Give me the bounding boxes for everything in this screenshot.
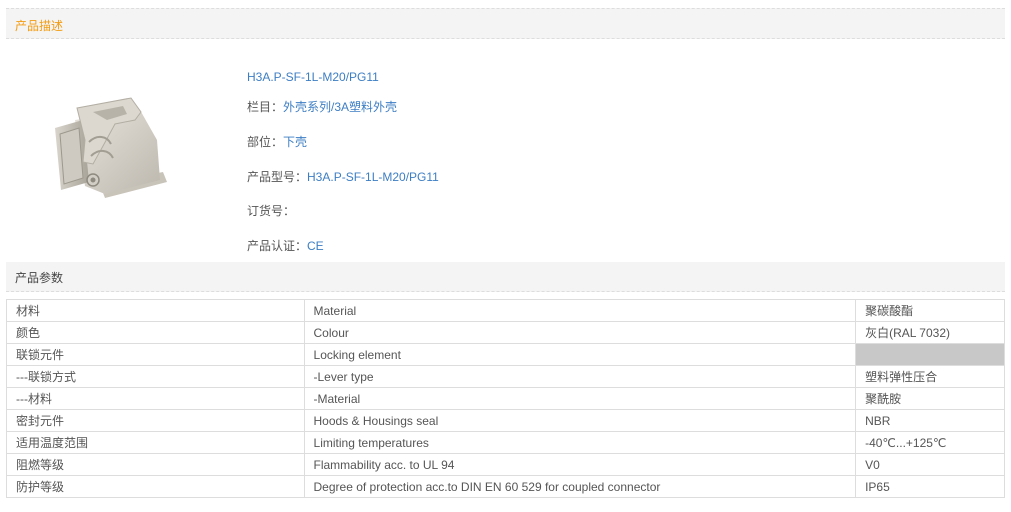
table-row: 材料 Material 聚碳酸酯	[6, 299, 1005, 322]
category-label: 栏目：	[247, 100, 284, 114]
param-value	[855, 343, 1005, 366]
param-en-label: Colour	[303, 321, 857, 344]
param-value: 灰白(RAL 7032)	[855, 321, 1005, 344]
table-row: 密封元件 Hoods & Housings seal NBR	[6, 409, 1005, 432]
param-en-label: Material	[303, 299, 857, 322]
part-row: 部位：下壳	[247, 133, 307, 150]
param-cn-label: 材料	[6, 299, 305, 322]
cert-link[interactable]: CE	[307, 239, 324, 253]
param-value: 聚碳酸酯	[855, 299, 1005, 322]
product-image	[45, 90, 185, 220]
order-row: 订货号：	[247, 202, 295, 219]
model-label: 产品型号：	[247, 170, 308, 184]
param-value: V0	[855, 453, 1005, 476]
param-en-label: -Lever type	[303, 365, 857, 388]
product-description-header: 产品描述	[6, 8, 1005, 39]
model-value: H3A.P-SF-1L-M20/PG11	[307, 170, 439, 184]
product-params-title: 产品参数	[15, 271, 64, 285]
table-row: 联锁元件 Locking element	[6, 343, 1005, 366]
param-en-label: Locking element	[303, 343, 857, 366]
param-en-label: Flammability acc. to UL 94	[303, 453, 857, 476]
table-row: 颜色 Colour 灰白(RAL 7032)	[6, 321, 1005, 344]
param-cn-label: 防护等级	[6, 475, 305, 498]
model-row: 产品型号：H3A.P-SF-1L-M20/PG11	[247, 168, 439, 185]
param-cn-label: 颜色	[6, 321, 305, 344]
params-table: 材料 Material 聚碳酸酯 颜色 Colour 灰白(RAL 7032) …	[6, 299, 1005, 498]
product-name-link[interactable]: H3A.P-SF-1L-M20/PG11	[247, 70, 379, 84]
table-row: ---材料 -Material 聚酰胺	[6, 387, 1005, 410]
param-en-label: Limiting temperatures	[303, 431, 857, 454]
param-en-label: Degree of protection acc.to DIN EN 60 52…	[303, 475, 857, 498]
product-params-header: 产品参数	[6, 262, 1005, 292]
param-cn-label: 密封元件	[6, 409, 305, 432]
param-en-label: Hoods & Housings seal	[303, 409, 857, 432]
param-value: -40℃...+125℃	[855, 431, 1005, 454]
product-description-title: 产品描述	[15, 19, 64, 33]
table-row: ---联锁方式 -Lever type 塑料弹性压合	[6, 365, 1005, 388]
category-link[interactable]: 外壳系列/3A塑料外壳	[283, 100, 397, 114]
part-label: 部位：	[247, 135, 284, 149]
param-cn-label: ---材料	[6, 387, 305, 410]
table-row: 适用温度范围 Limiting temperatures -40℃...+125…	[6, 431, 1005, 454]
part-link[interactable]: 下壳	[283, 135, 307, 149]
connector-housing-icon	[55, 97, 167, 198]
table-row: 防护等级 Degree of protection acc.to DIN EN …	[6, 475, 1005, 498]
param-value: 聚酰胺	[855, 387, 1005, 410]
param-value: IP65	[855, 475, 1005, 498]
param-cn-label: ---联锁方式	[6, 365, 305, 388]
cert-row: 产品认证：CE	[247, 237, 324, 254]
order-label: 订货号：	[247, 204, 296, 218]
param-cn-label: 适用温度范围	[6, 431, 305, 454]
param-cn-label: 阻燃等级	[6, 453, 305, 476]
cert-label: 产品认证：	[247, 239, 308, 253]
category-row: 栏目：外壳系列/3A塑料外壳	[247, 98, 397, 115]
param-value: NBR	[855, 409, 1005, 432]
param-value: 塑料弹性压合	[855, 365, 1005, 388]
param-en-label: -Material	[303, 387, 857, 410]
table-row: 阻燃等级 Flammability acc. to UL 94 V0	[6, 453, 1005, 476]
param-cn-label: 联锁元件	[6, 343, 305, 366]
